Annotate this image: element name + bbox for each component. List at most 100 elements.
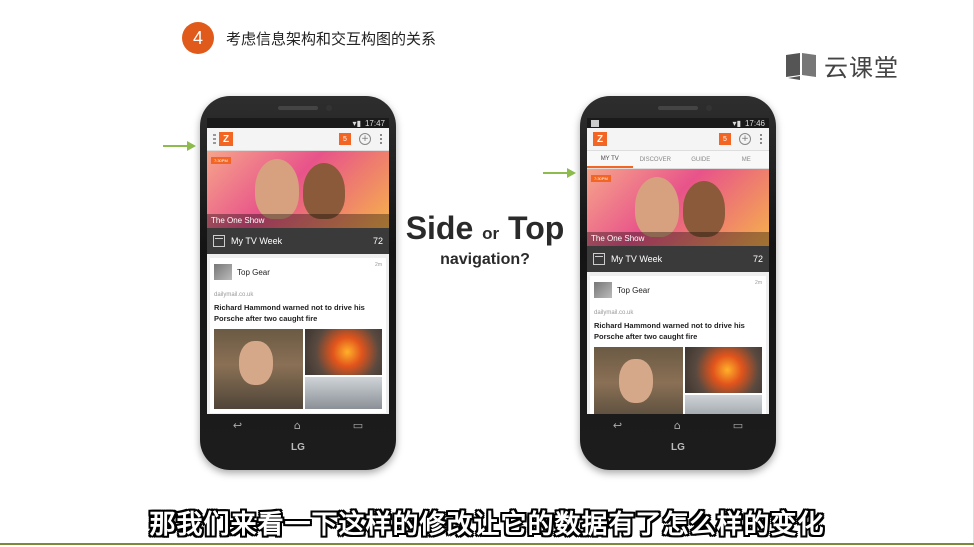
news-card[interactable]: Top Gear 2m dailymail.co.uk Richard Hamm…: [590, 276, 766, 414]
status-bar: ▾▮ 17:46: [587, 118, 769, 128]
my-tv-week-row[interactable]: My TV Week 72: [587, 246, 769, 272]
card-source: dailymail.co.uk: [594, 310, 634, 316]
phone-earpiece: [278, 106, 318, 110]
signal-icon: ▾▮: [352, 118, 361, 128]
slide-title: 考虑信息架构和交互构图的关系: [226, 30, 437, 48]
show-thumbnail: [594, 282, 612, 298]
tab-my-tv[interactable]: MY TV: [587, 151, 633, 168]
card-header: Top Gear 2m: [594, 280, 762, 300]
notification-badge[interactable]: 5: [719, 133, 731, 145]
arrow-right-icon: [543, 168, 576, 178]
hero-caption: The One Show: [207, 214, 389, 228]
question-navigation: navigation?: [440, 251, 530, 268]
phone-screen: ▾▮ 17:47 Z 5 + 7:30PM The One Show My TV…: [207, 118, 389, 414]
card-headline-line: Porsche after two caught fire: [594, 332, 698, 341]
slide: 4 考虑信息架构和交互构图的关系 云课堂 Side or Top navigat…: [0, 0, 974, 547]
plus-icon[interactable]: +: [739, 133, 751, 145]
question-side: Side: [405, 210, 474, 246]
card-headline: Richard Hammond warned not to drive his …: [594, 320, 762, 342]
recent-apps-icon[interactable]: ▭: [353, 419, 363, 432]
step-badge: 4: [182, 22, 214, 54]
hero-banner[interactable]: 7:30PM The One Show: [587, 169, 769, 246]
phone-camera: [706, 105, 712, 111]
phone-camera: [326, 105, 332, 111]
app-logo-icon[interactable]: Z: [219, 132, 233, 146]
calendar-icon: [213, 235, 225, 247]
back-icon[interactable]: ↩: [613, 419, 622, 432]
phone-brand: LG: [291, 442, 305, 453]
card-header: Top Gear 2m: [214, 262, 382, 282]
home-icon[interactable]: ⌂: [674, 419, 681, 432]
image-fire: [684, 347, 762, 393]
news-card[interactable]: Top Gear 2m dailymail.co.uk Richard Hamm…: [210, 258, 386, 413]
image-column: [304, 329, 382, 409]
tab-discover[interactable]: DISCOVER: [633, 151, 679, 168]
image-car: [304, 376, 382, 409]
phone-side-nav: ▾▮ 17:47 Z 5 + 7:30PM The One Show My TV…: [200, 96, 396, 470]
week-label: My TV Week: [611, 254, 663, 264]
plus-icon[interactable]: +: [359, 133, 371, 145]
image-portrait: [594, 347, 683, 414]
home-icon[interactable]: ⌂: [294, 419, 301, 432]
card-title: Top Gear: [237, 267, 270, 277]
hero-person-left: [635, 177, 679, 237]
image-fire: [304, 329, 382, 375]
hero-person-right: [683, 181, 725, 237]
app-logo-icon[interactable]: Z: [593, 132, 607, 146]
card-time: 2m: [375, 262, 382, 268]
tab-guide[interactable]: GUIDE: [678, 151, 724, 168]
top-tabs: MY TV DISCOVER GUIDE ME: [587, 151, 769, 169]
hero-tag: 7:30PM: [591, 175, 611, 182]
logo-text: 云课堂: [824, 54, 899, 82]
notification-badge[interactable]: 5: [339, 133, 351, 145]
image-car: [684, 394, 762, 414]
overflow-menu-icon[interactable]: [379, 134, 383, 144]
overflow-menu-icon[interactable]: [759, 134, 763, 144]
hero-caption: The One Show: [587, 232, 769, 246]
android-nav-bar: ↩ ⌂ ▭: [587, 414, 769, 436]
card-time: 2m: [755, 280, 762, 286]
image-column: [684, 347, 762, 414]
app-bar: Z 5 +: [587, 128, 769, 151]
card-headline-line: Porsche after two caught fire: [214, 314, 318, 323]
hero-banner[interactable]: 7:30PM The One Show: [207, 151, 389, 228]
book-icon: [786, 52, 816, 80]
hero-person-right: [303, 163, 345, 219]
back-icon[interactable]: ↩: [233, 419, 242, 432]
phone-top-nav: ▾▮ 17:46 Z 5 + MY TV DISCOVER GUIDE ME 7…: [580, 96, 776, 470]
image-portrait: [214, 329, 303, 409]
card-headline-line: Richard Hammond warned not to drive his: [214, 303, 365, 312]
navigation-question: Side or Top navigation?: [405, 210, 565, 269]
phone-earpiece: [658, 106, 698, 110]
week-count: 72: [752, 254, 763, 264]
status-time: 17:46: [744, 118, 765, 128]
card-source: dailymail.co.uk: [214, 292, 254, 298]
hero-person-left: [255, 159, 299, 219]
video-subtitle: 那我们来看一下这样的修改让它的数据有了怎么样的变化: [149, 510, 825, 540]
question-or: or: [482, 224, 500, 243]
app-bar: Z 5 +: [207, 128, 389, 151]
card-title: Top Gear: [617, 285, 650, 295]
card-headline-line: Richard Hammond warned not to drive his: [594, 321, 745, 330]
signal-icon: ▾▮: [732, 118, 741, 128]
hamburger-icon[interactable]: [213, 134, 216, 144]
show-thumbnail: [214, 264, 232, 280]
tab-me[interactable]: ME: [724, 151, 770, 168]
facebook-icon: [591, 119, 599, 127]
card-images: [594, 347, 762, 414]
question-top: Top: [508, 210, 565, 246]
my-tv-week-row[interactable]: My TV Week 72: [207, 228, 389, 254]
status-time: 17:47: [364, 118, 385, 128]
android-nav-bar: ↩ ⌂ ▭: [207, 414, 389, 436]
calendar-icon: [593, 253, 605, 265]
logo: 云课堂: [784, 48, 899, 83]
card-images: [214, 329, 382, 409]
phone-brand: LG: [671, 442, 685, 453]
week-count: 72: [372, 236, 383, 246]
week-label: My TV Week: [231, 236, 283, 246]
recent-apps-icon[interactable]: ▭: [733, 419, 743, 432]
card-headline: Richard Hammond warned not to drive his …: [214, 302, 382, 324]
bottom-divider: [0, 543, 974, 545]
status-bar: ▾▮ 17:47: [207, 118, 389, 128]
hero-tag: 7:30PM: [211, 157, 231, 164]
